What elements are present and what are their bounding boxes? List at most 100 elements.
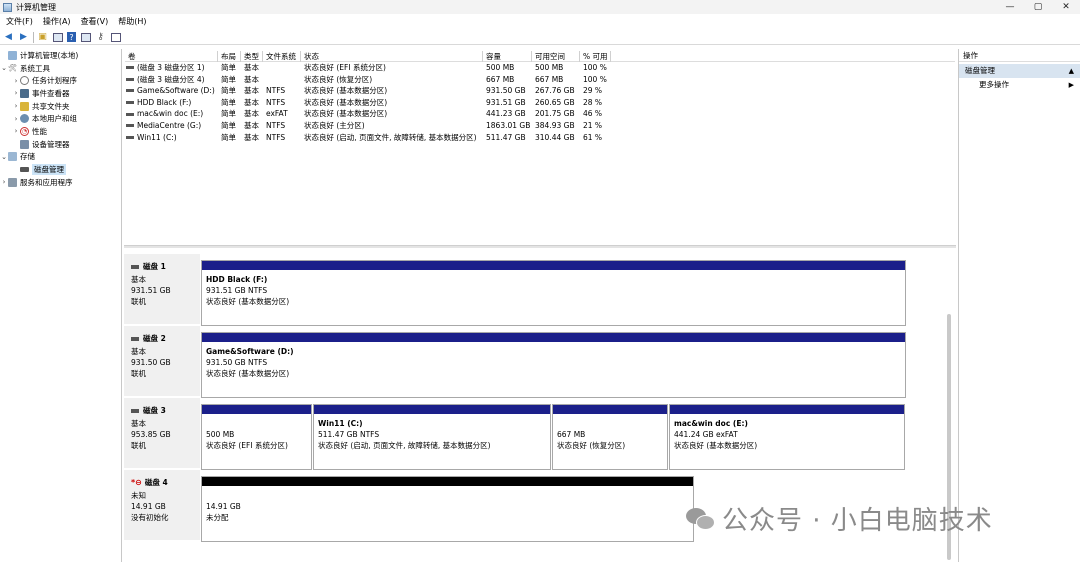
percent-free-cell: 29 % (583, 86, 603, 96)
menu-view[interactable]: 查看(V) (81, 16, 109, 27)
device-manager-icon (20, 139, 29, 149)
tree-item-services[interactable]: › 服务和应用程序 (0, 176, 121, 189)
folder-up-icon[interactable]: ▣ (37, 32, 48, 43)
partition-status: 状态良好 (基本数据分区) (206, 369, 290, 378)
chevron-right-icon[interactable]: › (12, 89, 20, 97)
column-header-layout[interactable]: 布局 (218, 51, 241, 62)
disk-size: 14.91 GB (131, 502, 166, 511)
tree-item-storage[interactable]: ⌄ 存储 (0, 151, 121, 164)
menu-file[interactable]: 文件(F) (6, 16, 33, 27)
free-space-cell: 201.75 GB (535, 109, 575, 119)
tree-item-local-users[interactable]: › 本地用户和组 (0, 112, 121, 125)
help-icon[interactable]: ? (67, 32, 76, 42)
back-arrow-icon[interactable]: ◀ (3, 32, 14, 43)
column-header-capacity[interactable]: 容量 (483, 51, 532, 62)
volume-row[interactable]: (磁盘 3 磁盘分区 1) 简单 基本 状态良好 (EFI 系统分区) 500 MB 50… (125, 62, 955, 74)
column-header-volume[interactable]: 卷 (125, 51, 218, 62)
status-cell: 状态良好 (基本数据分区) (304, 86, 388, 96)
disk-info[interactable]: 磁盘 3 基本 953.85 GB 联机 (124, 398, 200, 468)
layout-cell: 简单 (221, 132, 236, 142)
partition-status: 状态良好 (EFI 系统分区) (206, 441, 288, 450)
volume-row[interactable]: Game&Software (D:) 简单 基本 NTFS 状态良好 (基本数据分区) 9… (125, 85, 955, 97)
drive-icon (126, 89, 134, 93)
tree-item-shared-folders[interactable]: › 共享文件夹 (0, 100, 121, 113)
disk-info[interactable]: 磁盘 2 基本 931.50 GB 联机 (124, 326, 200, 396)
unallocated-space[interactable]: 14.91 GB 未分配 (201, 476, 694, 542)
column-header-status[interactable]: 状态 (301, 51, 483, 62)
tree-item-system-tools[interactable]: ⌄ 🛠 系统工具 (0, 62, 121, 75)
close-button[interactable]: ✕ (1052, 0, 1080, 14)
chevron-down-icon[interactable]: ⌄ (0, 153, 8, 161)
column-header-free-space[interactable]: 可用空间 (532, 51, 580, 62)
disk-info[interactable]: 磁盘 1 基本 931.51 GB 联机 (124, 254, 200, 324)
column-header-filesystem[interactable]: 文件系统 (263, 51, 301, 62)
disk-title: 磁盘 1 (131, 261, 200, 272)
capacity-cell: 511.47 GB (486, 132, 526, 142)
disk-state: 联机 (131, 297, 146, 306)
tree-item-disk-management[interactable]: 磁盘管理 (0, 163, 121, 176)
percent-free-cell: 28 % (583, 97, 603, 107)
disk-error-icon: *⊖ (131, 478, 142, 487)
partition-block[interactable]: 667 MB 状态良好 (恢复分区) (552, 404, 668, 470)
drive-icon (126, 124, 134, 128)
maximize-button[interactable]: ▢ (1024, 0, 1052, 14)
volume-row[interactable]: MediaCentre (G:) 简单 基本 NTFS 状态良好 (主分区) 1863.0… (125, 120, 955, 132)
column-header-filler (611, 51, 955, 62)
partition-name: Win11 (C:) (318, 419, 363, 428)
volume-row[interactable]: mac&win doc (E:) 简单 基本 exFAT 状态良好 (基本数据分区) 44… (125, 108, 955, 120)
menu-help[interactable]: 帮助(H) (118, 16, 146, 27)
show-hide-tree-icon[interactable] (52, 32, 63, 43)
tree-item-task-scheduler[interactable]: › 任务计划程序 (0, 74, 121, 87)
volume-name-cell: MediaCentre (G:) (125, 120, 218, 132)
tree-item-root[interactable]: 计算机管理(本地) (0, 49, 121, 62)
actions-header: 操作 (959, 49, 1080, 62)
filesystem-cell: NTFS (266, 132, 286, 142)
chevron-right-icon[interactable]: › (12, 102, 20, 110)
chevron-right-icon[interactable]: › (12, 77, 20, 85)
layout-cell: 简单 (221, 97, 236, 107)
forward-arrow-icon[interactable]: ▶ (18, 32, 29, 43)
volume-row[interactable]: Win11 (C:) 简单 基本 NTFS 状态良好 (启动, 页面文件, 故障转储, … (125, 132, 955, 144)
disk-kind: 基本 (131, 419, 146, 428)
minimize-button[interactable]: — (996, 0, 1024, 14)
volume-name-text: Game&Software (D:) (137, 86, 215, 96)
disk-info[interactable]: *⊖ 磁盘 4 未知 14.91 GB 没有初始化 (124, 470, 200, 540)
volume-row[interactable]: HDD Black (F:) 简单 基本 NTFS 状态良好 (基本数据分区) 931.5… (125, 97, 955, 109)
volume-row[interactable]: (磁盘 3 磁盘分区 4) 简单 基本 状态良好 (恢复分区) 667 MB 667 MB… (125, 74, 955, 86)
properties-icon[interactable] (80, 32, 91, 43)
tree-item-event-viewer[interactable]: › 事件查看器 (0, 87, 121, 100)
partition-block[interactable]: 500 MB 状态良好 (EFI 系统分区) (201, 404, 312, 470)
key-icon[interactable]: ⚷ (95, 32, 106, 43)
chevron-right-icon[interactable]: › (0, 178, 8, 186)
row-filler (611, 120, 955, 132)
chevron-right-icon[interactable]: › (12, 115, 20, 123)
partition-bar (670, 405, 904, 414)
volume-name-cell: HDD Black (F:) (125, 97, 218, 109)
partition-bar (202, 333, 905, 342)
actions-pane: 操作 磁盘管理 ▲ 更多操作 ▶ (958, 49, 1080, 562)
column-header-percent-free[interactable]: % 可用 (580, 51, 611, 62)
chevron-down-icon[interactable]: ⌄ (0, 64, 8, 72)
disk-row: 磁盘 3 基本 953.85 GB 联机 500 MB 状态良好 (EFI 系统分区) Wi… (124, 398, 914, 470)
partition-block[interactable]: Win11 (C:) 511.47 GB NTFS 状态良好 (启动, 页面文件, … (313, 404, 551, 470)
collapse-up-icon[interactable]: ▲ (1069, 64, 1074, 78)
disk-row: 磁盘 2 基本 931.50 GB 联机 Game&Software (D:) 931.5… (124, 326, 914, 398)
disk-icon (131, 336, 139, 341)
more-actions-item[interactable]: 更多操作 ▶ (959, 78, 1080, 92)
actions-section-disk-management[interactable]: 磁盘管理 ▲ (959, 64, 1080, 78)
menu-action[interactable]: 操作(A) (43, 16, 71, 27)
column-header-type[interactable]: 类型 (241, 51, 263, 62)
free-space-cell: 500 MB (535, 63, 564, 72)
tree-item-performance[interactable]: › ◔ 性能 (0, 125, 121, 138)
partition-block[interactable]: mac&win doc (E:) 441.24 GB exFAT 状态良好 (基本数… (669, 404, 905, 470)
chevron-right-icon[interactable]: › (12, 127, 20, 135)
console-icon[interactable] (110, 32, 121, 43)
filesystem-cell (263, 74, 301, 86)
disk-name: 磁盘 4 (144, 478, 168, 487)
wechat-logo-icon (686, 506, 716, 532)
tree-item-device-manager[interactable]: 设备管理器 (0, 138, 121, 151)
partition-block[interactable]: HDD Black (F:) 931.51 GB NTFS 状态良好 (基本数据分区… (201, 260, 906, 326)
volume-name-text: mac&win doc (E:) (137, 109, 204, 119)
disk-title: *⊖ 磁盘 4 (131, 477, 200, 488)
partition-block[interactable]: Game&Software (D:) 931.50 GB NTFS 状态良好 (基本… (201, 332, 906, 398)
